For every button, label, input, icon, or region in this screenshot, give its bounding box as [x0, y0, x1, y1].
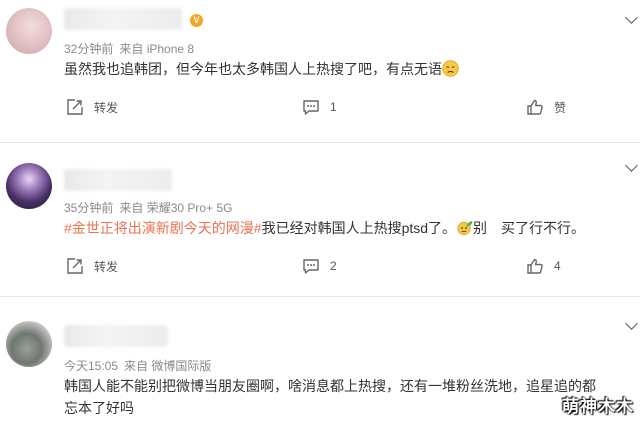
comment-icon — [303, 259, 319, 274]
like-button[interactable]: 4 — [526, 257, 561, 275]
avatar[interactable] — [6, 8, 52, 54]
repost-button[interactable]: 转发 — [66, 98, 118, 116]
like-count: 4 — [554, 259, 561, 273]
hashtag-link[interactable]: #金世正将出演新剧今天的网漫# — [64, 220, 262, 236]
comment-button[interactable]: 1 — [302, 98, 337, 116]
avatar[interactable] — [6, 321, 52, 367]
comment-2: 35分钟前 来自 荣耀30 Pro+ 5G #金世正将出演新剧今天的网漫#我已经对… — [0, 143, 640, 296]
comment-1: V 32分钟前 来自 iPhone 8 虽然我也追韩团，但今年也太多韩国人上热搜了… — [0, 0, 640, 142]
repost-icon — [67, 258, 83, 274]
comment-time: 今天15:05 — [64, 359, 119, 373]
comment-3: 今天15:05 来自 微博国际版 韩国人能不能别把微博当朋友圈啊，啥消息都上热搜，… — [0, 297, 640, 427]
comment-text: #金世正将出演新剧今天的网漫#我已经对韩国人上热搜ptsd了。别 买了行不行。 — [64, 220, 586, 236]
comment-icon — [303, 100, 319, 115]
disappointed-face-emoji — [442, 60, 459, 77]
repost-icon — [67, 99, 83, 115]
username[interactable] — [64, 325, 168, 347]
comment-meta: 今天15:05 来自 微博国际版 — [64, 357, 211, 374]
like-button[interactable]: 赞 — [526, 98, 566, 116]
chevron-down-icon[interactable] — [625, 159, 638, 172]
like-label: 赞 — [554, 100, 567, 115]
comment-source: 来自 微博国际版 — [124, 359, 212, 373]
comment-meta: 35分钟前 来自 荣耀30 Pro+ 5G — [64, 199, 232, 216]
comment-source: 来自 iPhone 8 — [119, 42, 195, 56]
comment-meta: 32分钟前 来自 iPhone 8 — [64, 40, 194, 57]
comment-count: 1 — [330, 100, 337, 114]
watermark: 萌神木木 — [562, 397, 634, 417]
thumbs-up-icon — [527, 99, 543, 115]
username[interactable] — [64, 169, 172, 191]
vip-badge-icon: V — [190, 14, 203, 27]
thumbs-up-icon — [527, 258, 543, 274]
comment-text-line: 忘本了好吗 — [64, 400, 134, 416]
repost-label: 转发 — [94, 100, 119, 115]
leaf-face-emoji — [457, 221, 473, 236]
avatar[interactable] — [6, 163, 52, 209]
chevron-down-icon[interactable] — [625, 11, 638, 24]
repost-label: 转发 — [94, 259, 119, 274]
comment-text-line: 韩国人能不能别把微博当朋友圈啊，啥消息都上热搜，还有一堆粉丝洗地，追星追的都 — [64, 378, 596, 394]
comment-time: 35分钟前 — [64, 201, 114, 215]
repost-button[interactable]: 转发 — [66, 257, 118, 275]
chevron-down-icon[interactable] — [625, 317, 638, 330]
comment-text: 韩国人能不能别把微博当朋友圈啊，啥消息都上热搜，还有一堆粉丝洗地，追星追的都 忘… — [64, 375, 596, 419]
comment-source: 来自 荣耀30 Pro+ 5G — [119, 201, 233, 215]
comment-time: 32分钟前 — [64, 42, 114, 56]
comment-text: 虽然我也追韩团，但今年也太多韩国人上热搜了吧，有点无语 — [64, 58, 459, 80]
username[interactable] — [64, 8, 182, 30]
comment-button[interactable]: 2 — [302, 257, 337, 275]
comment-count: 2 — [330, 259, 337, 273]
